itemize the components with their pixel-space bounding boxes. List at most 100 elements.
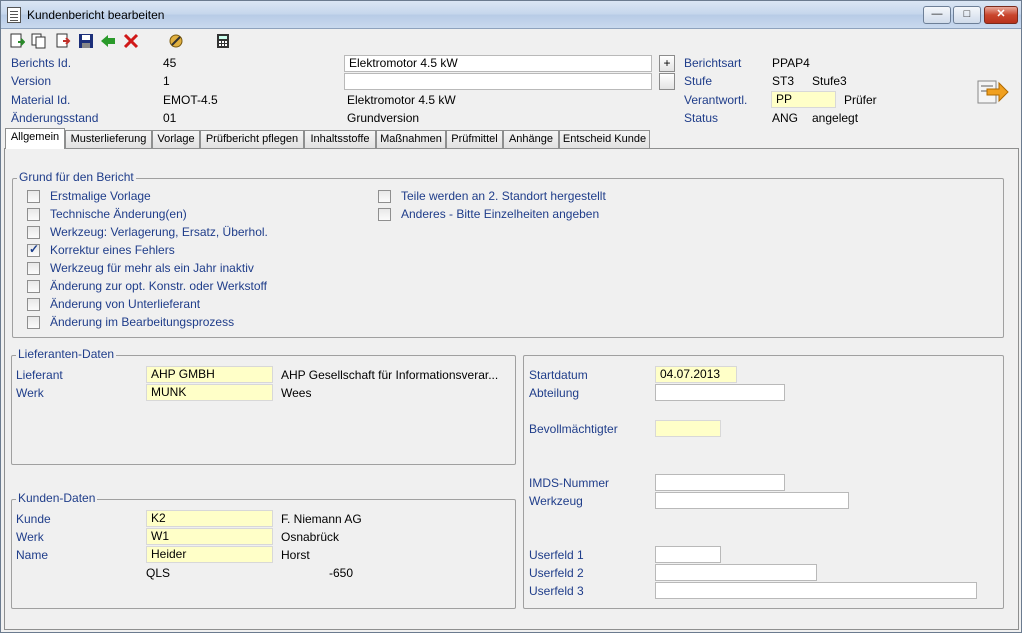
back-arrow-icon[interactable] xyxy=(100,33,116,49)
delete-icon[interactable] xyxy=(123,33,139,49)
checkbox-werkzeug-verlagerung[interactable]: Werkzeug: Verlagerung, Ersatz, Überhol. xyxy=(27,225,347,241)
checkbox-box[interactable] xyxy=(27,262,40,275)
kunde-extra-value: -650 xyxy=(329,566,354,580)
werkzeug-label: Werkzeug xyxy=(529,494,583,508)
userfeld1-input[interactable] xyxy=(655,546,721,563)
tab-vorlage[interactable]: Vorlage xyxy=(152,130,200,148)
checkbox-aenderung-bearbeitung[interactable]: Änderung im Bearbeitungsprozess xyxy=(27,315,347,331)
lieferant-werk-input[interactable]: MUNK xyxy=(146,384,273,401)
add-button[interactable]: + xyxy=(659,55,675,72)
checkbox-box[interactable] xyxy=(378,208,391,221)
werkzeug-input[interactable] xyxy=(655,492,849,509)
copy-icon[interactable] xyxy=(31,33,47,49)
checkbox-label: Änderung von Unterlieferant xyxy=(50,297,201,311)
save-icon[interactable] xyxy=(78,33,94,49)
tab-pruefbericht-pflegen[interactable]: Prüfbericht pflegen xyxy=(200,130,304,148)
checkbox-label: Korrektur eines Fehlers xyxy=(50,243,175,257)
checkbox-box[interactable] xyxy=(378,190,391,203)
tab-bar: Allgemein Musterlieferung Vorlage Prüfbe… xyxy=(1,128,1021,149)
startdatum-label: Startdatum xyxy=(529,368,588,382)
report-subtitle-input[interactable] xyxy=(344,73,652,90)
stufe-value: ST3 xyxy=(772,74,795,88)
bevollmaechtigter-label: Bevollmächtigter xyxy=(529,422,618,436)
berichts-id-value: 45 xyxy=(163,56,177,70)
checkbox-werkzeug-inaktiv[interactable]: Werkzeug für mehr als ein Jahr inaktiv xyxy=(27,261,347,277)
minimize-button[interactable]: — xyxy=(923,6,951,24)
checkbox-technische-aenderung[interactable]: Technische Änderung(en) xyxy=(27,207,347,223)
lieferant-description: AHP Gesellschaft für Informationsverar..… xyxy=(281,368,499,382)
status-label: Status xyxy=(684,111,719,125)
tab-panel-allgemein: Grund für den Bericht Erstmalige Vorlage… xyxy=(4,148,1019,630)
userfeld2-input[interactable] xyxy=(655,564,817,581)
main-window: Kundenbericht bearbeiten — □ ✕ Berichts … xyxy=(0,0,1022,633)
imds-input[interactable] xyxy=(655,474,785,491)
report-title-input[interactable]: Elektromotor 4.5 kW xyxy=(344,55,652,72)
version-label: Version xyxy=(11,74,52,88)
bevollmaechtigter-input[interactable] xyxy=(655,420,721,437)
calculator-icon[interactable] xyxy=(215,33,231,49)
window-title: Kundenbericht bearbeiten xyxy=(27,8,165,22)
next-step-icon[interactable] xyxy=(977,77,1009,107)
export-icon[interactable] xyxy=(55,33,71,49)
document-app-icon xyxy=(7,7,21,23)
maximize-button[interactable]: □ xyxy=(953,6,981,24)
status-description: angelegt xyxy=(812,111,859,125)
secondary-button[interactable] xyxy=(659,73,675,90)
checkbox-label: Änderung im Bearbeitungsprozess xyxy=(50,315,235,329)
kunde-name-input[interactable]: Heider xyxy=(146,546,273,563)
tab-anhaenge[interactable]: Anhänge xyxy=(503,130,559,148)
new-document-icon[interactable] xyxy=(9,33,26,49)
material-description: Elektromotor 4.5 kW xyxy=(347,93,456,107)
checkbox-erstmalige-vorlage[interactable]: Erstmalige Vorlage xyxy=(27,189,347,205)
kunde-input[interactable]: K2 xyxy=(146,510,273,527)
checkbox-zweiter-standort[interactable]: Teile werden an 2. Standort hergestellt xyxy=(378,189,698,205)
kunde-werk-input[interactable]: W1 xyxy=(146,528,273,545)
tab-pruefmittel[interactable]: Prüfmittel xyxy=(446,130,503,148)
close-window-button[interactable]: ✕ xyxy=(984,6,1018,24)
checkbox-label: Anderes - Bitte Einzelheiten angeben xyxy=(401,207,600,221)
checkbox-box[interactable] xyxy=(27,280,40,293)
title-bar[interactable]: Kundenbericht bearbeiten — □ ✕ xyxy=(1,1,1021,29)
grund-group: Grund für den Bericht Erstmalige Vorlage… xyxy=(12,170,1004,338)
kunden-group-title: Kunden-Daten xyxy=(16,491,98,505)
checkbox-box[interactable] xyxy=(27,190,40,203)
checkbox-label: Änderung zur opt. Konstr. oder Werkstoff xyxy=(50,279,268,293)
aenderungsstand-description: Grundversion xyxy=(347,111,420,125)
details-group: Startdatum 04.07.2013 Abteilung Bevollmä… xyxy=(523,355,1004,609)
tab-entscheid-kunde[interactable]: Entscheid Kunde xyxy=(559,130,650,148)
userfeld2-label: Userfeld 2 xyxy=(529,566,584,580)
checkbox-box[interactable] xyxy=(27,226,40,239)
aenderungsstand-label: Änderungsstand xyxy=(11,111,99,125)
tools-icon[interactable] xyxy=(168,33,184,49)
tab-massnahmen[interactable]: Maßnahmen xyxy=(376,130,446,148)
checkbox-korrektur-fehler[interactable]: Korrektur eines Fehlers xyxy=(27,242,347,259)
abteilung-input[interactable] xyxy=(655,384,785,401)
lieferant-werk-description: Wees xyxy=(281,386,312,400)
checkbox-box-checked[interactable] xyxy=(27,242,40,257)
aenderungsstand-value: 01 xyxy=(163,111,177,125)
checkbox-aenderung-konstr[interactable]: Änderung zur opt. Konstr. oder Werkstoff xyxy=(27,279,347,295)
stufe-description: Stufe3 xyxy=(812,74,847,88)
checkbox-box[interactable] xyxy=(27,316,40,329)
checkbox-box[interactable] xyxy=(27,208,40,221)
version-value: 1 xyxy=(163,74,170,88)
tab-musterlieferung[interactable]: Musterlieferung xyxy=(65,130,152,148)
lieferant-werk-label: Werk xyxy=(16,386,44,400)
checkbox-box[interactable] xyxy=(27,298,40,311)
verantwortl-input[interactable]: PP xyxy=(771,91,836,108)
verantwortl-label: Verantwortl. xyxy=(684,93,748,107)
grund-group-title: Grund für den Bericht xyxy=(17,170,136,184)
stufe-label: Stufe xyxy=(684,74,713,88)
material-id-value: EMOT-4.5 xyxy=(163,93,218,107)
material-id-label: Material Id. xyxy=(11,93,71,107)
tab-allgemein[interactable]: Allgemein xyxy=(5,128,65,149)
userfeld3-input[interactable] xyxy=(655,582,977,599)
checkbox-anderes[interactable]: Anderes - Bitte Einzelheiten angeben xyxy=(378,207,698,223)
checkbox-aenderung-unterlieferant[interactable]: Änderung von Unterlieferant xyxy=(27,297,347,313)
kunde-werk-label: Werk xyxy=(16,530,44,544)
tab-inhaltsstoffe[interactable]: Inhaltsstoffe xyxy=(304,130,376,148)
startdatum-input[interactable]: 04.07.2013 xyxy=(655,366,737,383)
kunde-name-description: Horst xyxy=(281,548,310,562)
checkbox-label: Werkzeug für mehr als ein Jahr inaktiv xyxy=(50,261,254,275)
lieferant-input[interactable]: AHP GMBH xyxy=(146,366,273,383)
